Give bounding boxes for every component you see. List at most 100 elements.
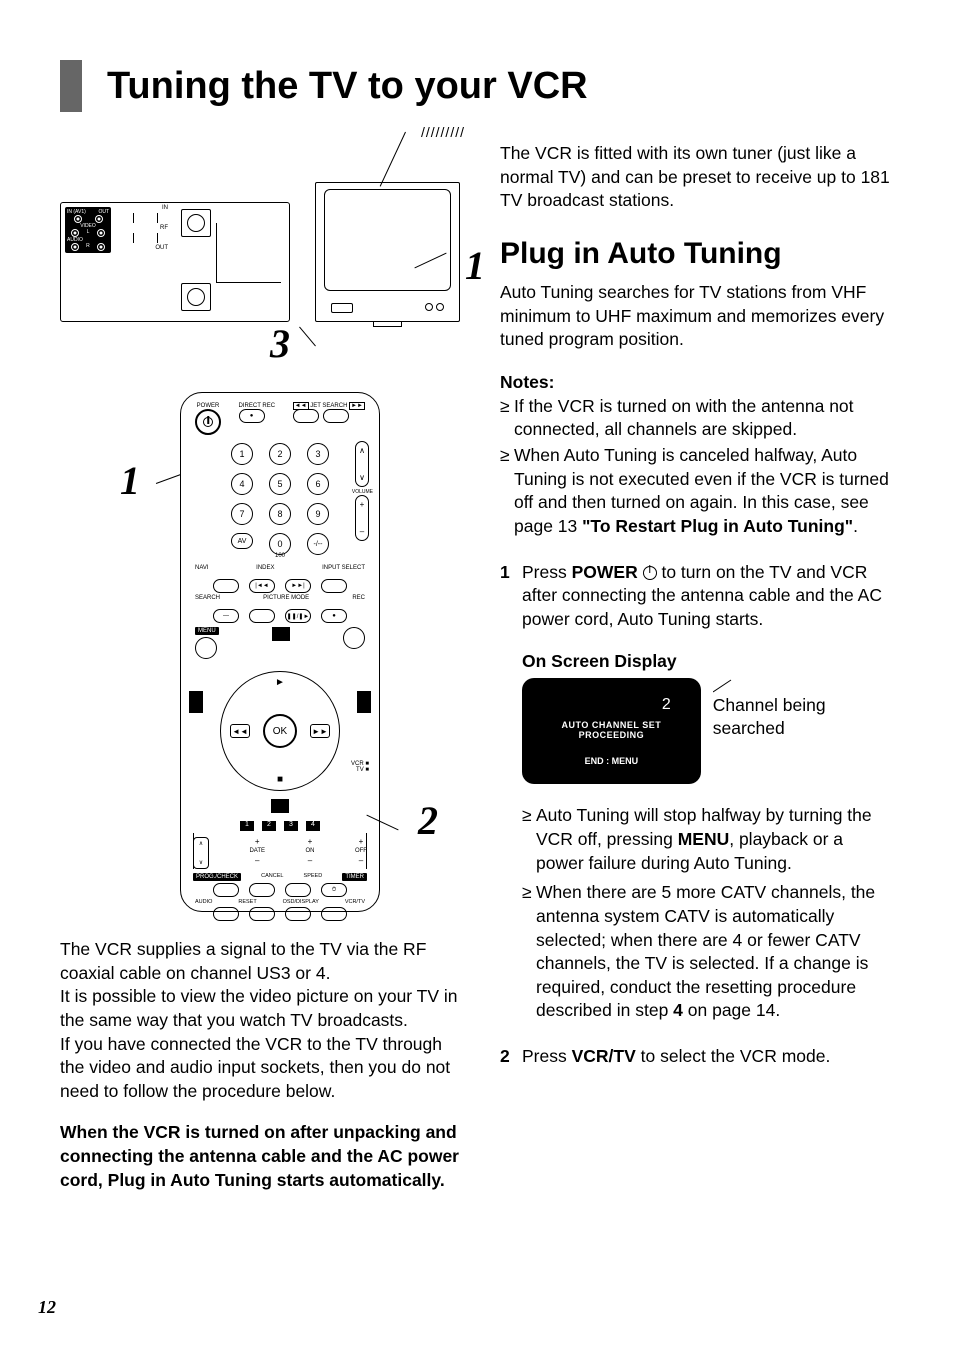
remote-callout-1: 1 — [120, 457, 140, 504]
right-side-button — [357, 691, 371, 713]
numpad-8: 8 — [269, 503, 291, 525]
note-2-end: . — [853, 516, 858, 536]
prog-3: 3 — [284, 821, 298, 831]
numpad-0: 0 — [269, 533, 291, 555]
step-2-vcrtv: VCR/TV — [572, 1046, 636, 1066]
av-button: AV — [231, 533, 253, 549]
section-title-plug-in: Plug in Auto Tuning — [500, 237, 894, 271]
index-prev: |◄◄ — [249, 579, 275, 593]
numpad-3: 3 — [307, 443, 329, 465]
sub-bullet-1: Auto Tuning will stop halfway by turning… — [522, 804, 894, 875]
osd-line-3: END : MENU — [534, 756, 689, 766]
label-direct-rec: DIRECT REC — [239, 403, 276, 409]
label-vcr-tv: VCR/TV — [345, 899, 365, 905]
rf-in-jack — [181, 209, 211, 237]
numpad-2: 2 — [269, 443, 291, 465]
dpad-rew: ◄◄ — [230, 724, 250, 738]
label-navi: NAVI — [195, 565, 209, 571]
osd-callout-line-icon — [713, 678, 733, 694]
label-r: R — [86, 243, 90, 251]
callout-number-3: 3 — [270, 320, 290, 367]
numpad-4: 4 — [231, 473, 253, 495]
osd-display-button — [285, 907, 311, 921]
step-1-sub-bullets: Auto Tuning will stop halfway by turning… — [522, 804, 894, 1023]
picture-mode-button — [249, 609, 275, 623]
label-off: OFF — [355, 848, 367, 854]
step-2-prefix: Press — [522, 1046, 572, 1066]
label-rf: RF — [123, 225, 168, 231]
up-arrow-button — [272, 627, 290, 641]
down-arrow-button — [271, 799, 289, 813]
osd-callout-wrap: Channel being searched — [713, 678, 894, 784]
left-bold-para: When the VCR is turned on after unpackin… — [60, 1121, 460, 1192]
label-reset: RESET — [238, 899, 256, 905]
left-side-button — [189, 691, 203, 713]
vcr-tv-button — [321, 907, 347, 921]
numpad-7: 7 — [231, 503, 253, 525]
prog-2: 2 — [262, 821, 276, 831]
prog-check-button — [213, 883, 239, 897]
vcr-port-block: IN (AV1)OUT VIDEO L AUDIO R — [65, 207, 111, 253]
numpad-1: 1 — [231, 443, 253, 465]
page-title: Tuning the TV to your VCR — [107, 65, 588, 108]
audio-button — [213, 907, 239, 921]
osd-screen: 2 AUTO CHANNEL SET PROCEEDING END : MENU — [522, 678, 701, 784]
index-next: ►►| — [285, 579, 311, 593]
vcr-tv-connection-diagram: ///////// IN (AV1)OUT VIDEO L AUDIO R IN… — [60, 142, 460, 342]
rf-labels: IN RF OUT — [123, 205, 168, 240]
remote-body: POWER DIRECT REC ● ◄◄ JET SEARCH ►► 123 … — [180, 392, 380, 912]
numpad-5: 5 — [269, 473, 291, 495]
step-2-body: Press VCR/TV to select the VCR mode. — [522, 1045, 894, 1069]
label-volume: VOLUME — [352, 489, 373, 495]
step-2-suffix: to select the VCR mode. — [636, 1046, 831, 1066]
label-out: OUT — [98, 209, 109, 215]
left-para-1: The VCR supplies a signal to the TV via … — [60, 938, 460, 985]
sub2-b: on page 14. — [683, 1000, 780, 1020]
dpad: ► ◄◄ ►► OK ■ — [220, 671, 340, 791]
label-cancel: CANCEL — [261, 873, 283, 881]
left-column: ///////// IN (AV1)OUT VIDEO L AUDIO R IN… — [60, 142, 460, 1192]
step-1-prefix: Press — [522, 562, 572, 582]
power-button-icon — [195, 409, 221, 435]
channel-updown: ∧∨ — [355, 441, 369, 487]
auto-tuning-desc: Auto Tuning searches for TV stations fro… — [500, 281, 894, 352]
numpad-6: 6 — [307, 473, 329, 495]
label-rec: REC — [352, 595, 365, 601]
step-1-number: 1 — [500, 561, 522, 632]
jet-search-rew — [293, 409, 319, 423]
cable-line — [216, 223, 281, 283]
vcr-rear-panel: IN (AV1)OUT VIDEO L AUDIO R IN RF OUT — [60, 202, 290, 322]
step-2-number: 2 — [500, 1045, 522, 1069]
osd-channel-number: 2 — [534, 696, 689, 714]
remote-callout-2: 2 — [418, 797, 438, 844]
navi-button — [213, 579, 239, 593]
label-on: ON — [306, 848, 315, 854]
label-timer: TIMER — [342, 873, 367, 881]
note-1: If the VCR is turned on with the antenna… — [500, 395, 894, 442]
label-search: SEARCH — [195, 595, 220, 601]
label-rf-out: OUT — [123, 245, 168, 251]
page-header: Tuning the TV to your VCR — [60, 60, 894, 112]
right-intro: The VCR is fitted with its own tuner (ju… — [500, 142, 894, 213]
note-2: When Auto Tuning is canceled halfway, Au… — [500, 444, 894, 539]
notes-heading: Notes: — [500, 372, 894, 393]
label-input-select: INPUT SELECT — [322, 565, 365, 571]
label-date: DATE — [249, 848, 265, 854]
label-av: AV — [238, 538, 247, 545]
step-1-power-label: POWER — [572, 562, 638, 582]
label-audio: AUDIO — [195, 899, 212, 905]
label-menu: MENU — [195, 627, 219, 635]
notes-list: If the VCR is turned on with the antenna… — [500, 395, 894, 539]
numpad-9: 9 — [307, 503, 329, 525]
header-accent-bar — [60, 60, 82, 112]
prog-1: 1 — [240, 821, 254, 831]
ok-button: OK — [263, 714, 297, 748]
pause-button: ❚❚/❚► — [285, 609, 311, 623]
step-2: 2 Press VCR/TV to select the VCR mode. — [500, 1045, 894, 1069]
osd-heading: On Screen Display — [522, 651, 894, 672]
right-column: The VCR is fitted with its own tuner (ju… — [500, 142, 894, 1192]
reset-button — [249, 907, 275, 921]
left-para-3: If you have connected the VCR to the TV … — [60, 1033, 460, 1104]
step-1: 1 Press POWER to turn on the TV and VCR … — [500, 561, 894, 632]
rec-button: ● — [321, 609, 347, 623]
